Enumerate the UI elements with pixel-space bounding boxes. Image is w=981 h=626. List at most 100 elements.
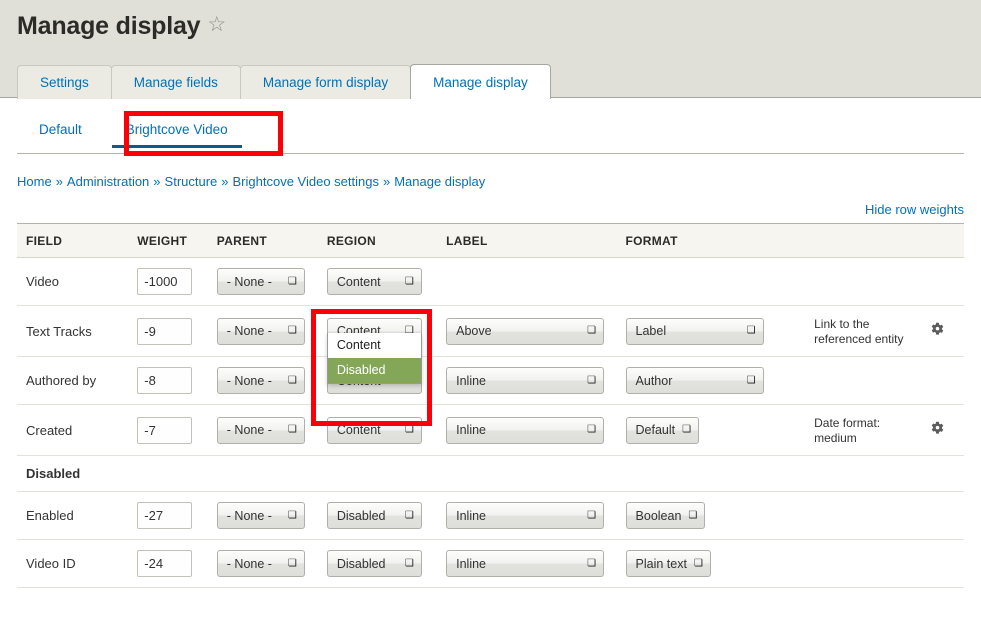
secondary-tabs: Default Brightcove Video [17,118,964,154]
weight-input[interactable] [137,502,193,529]
chevron-down-icon: ❏ [587,509,597,521]
column-header-format: FORMAT [625,223,815,258]
label-cell: Inline ❏ [446,404,626,456]
field-label: Authored by [17,356,138,405]
subtab-brightcove-video[interactable]: Brightcove Video [104,118,250,148]
breadcrumb-separator: » [221,174,229,189]
summary-cell [814,356,911,405]
label-select[interactable]: Inline ❏ [446,550,605,577]
manage-display-table: FIELD WEIGHT PARENT REGION LABEL FORMAT … [17,223,964,588]
manage-display-table-wrap: FIELD WEIGHT PARENT REGION LABEL FORMAT … [17,223,964,588]
parent-cell: - None - ❏ [216,539,327,588]
summary-cell [814,257,911,306]
chevron-down-icon: ❏ [404,509,414,521]
label-select[interactable]: Inline ❏ [446,367,605,394]
label-cell: Above ❏ [446,305,626,357]
tab-manage-fields[interactable]: Manage fields [110,65,241,99]
hide-row-weights-link[interactable]: Hide row weights [865,202,964,217]
breadcrumb-item-manage-display[interactable]: Manage display [394,174,485,189]
region-header-row: Disabled [17,455,964,492]
parent-select[interactable]: - None - ❏ [216,550,305,577]
weight-input[interactable] [137,317,193,345]
format-summary-text: Link to the referenced entity [814,317,904,346]
parent-select[interactable]: - None - ❏ [216,367,305,394]
table-row: Enabled - None - ❏ Disabled ❏ [17,491,964,540]
format-cell: Label ❏ [625,305,815,357]
region-cell: Disabled ❏ [326,539,447,588]
label-select-value: Inline [456,556,487,571]
region-option-content[interactable]: Content [328,333,421,358]
column-header-label: LABEL [446,223,626,258]
subtab-default[interactable]: Default [17,118,104,147]
settings-cell [910,404,964,456]
chevron-down-icon: ❏ [587,374,597,386]
weight-input[interactable] [137,268,193,295]
summary-cell [814,491,911,540]
region-option-disabled[interactable]: Disabled [327,358,421,383]
region-select-value: Content [336,423,381,437]
chevron-down-icon: ❏ [688,509,698,521]
region-cell: Disabled ❏ [326,491,447,540]
parent-select[interactable]: - None - ❏ [216,502,305,529]
column-header-field: FIELD [17,223,138,258]
format-select[interactable]: Boolean ❏ [625,502,706,529]
format-select[interactable]: Default ❏ [625,416,700,444]
table-row: Created - None - ❏ Content ❏ [17,404,964,456]
format-cell: Plain text ❏ [625,539,815,588]
chevron-down-icon: ❏ [587,424,597,435]
tab-manage-form-display[interactable]: Manage form display [239,65,412,99]
primary-tabs: Settings Manage fields Manage form displ… [17,64,551,99]
gear-icon[interactable] [929,321,946,338]
region-cell: Content ❏ Content Disabled [326,305,447,384]
weight-input[interactable] [137,416,193,444]
parent-cell: - None - ❏ [216,404,327,456]
tab-settings[interactable]: Settings [17,65,112,99]
label-cell: Inline ❏ [446,356,626,405]
region-cell: Content ❏ [326,257,447,306]
weight-input[interactable] [137,550,193,577]
parent-select-value: - None - [226,556,272,571]
format-select[interactable]: Author ❏ [625,367,764,394]
label-cell [446,257,626,306]
field-label: Video ID [17,539,138,588]
breadcrumb-separator: » [153,174,161,189]
parent-select[interactable]: - None - ❏ [216,268,305,295]
parent-cell: - None - ❏ [216,356,327,405]
format-select-value: Default [635,423,676,437]
region-select[interactable]: Content ❏ [326,416,422,444]
region-select[interactable]: Disabled ❏ [326,550,422,577]
label-select[interactable]: Inline ❏ [446,502,605,529]
region-select[interactable]: Content ❏ [326,268,422,295]
parent-select[interactable]: - None - ❏ [216,317,305,345]
label-cell: Inline ❏ [446,539,626,588]
parent-select[interactable]: - None - ❏ [216,416,305,444]
page-title-text: Manage display [17,12,201,40]
label-select-value: Inline [456,373,487,388]
weight-input[interactable] [137,367,193,394]
format-cell: Author ❏ [625,356,815,405]
breadcrumb-item-home[interactable]: Home [17,174,52,189]
parent-cell: - None - ❏ [216,305,327,357]
format-select-value: Plain text [635,556,687,571]
format-select[interactable]: Plain text ❏ [625,550,711,577]
label-select[interactable]: Above ❏ [446,317,605,345]
breadcrumb-item-structure[interactable]: Structure [165,174,218,189]
region-header-label: Disabled [17,455,964,492]
gear-icon[interactable] [929,420,946,437]
star-icon[interactable]: ☆ [207,12,226,37]
field-label: Created [17,404,138,456]
chevron-down-icon: ❏ [693,557,703,569]
breadcrumb-item-brightcove-video-settings[interactable]: Brightcove Video settings [233,174,379,189]
format-select[interactable]: Label ❏ [625,317,764,345]
breadcrumb-item-administration[interactable]: Administration [67,174,149,189]
chevron-down-icon: ❏ [404,557,414,569]
weight-cell [137,356,217,405]
chevron-down-icon: ❏ [287,509,297,521]
summary-cell: Link to the referenced entity [814,305,911,357]
field-label: Enabled [17,491,138,540]
label-select[interactable]: Inline ❏ [446,416,605,444]
chevron-down-icon: ❏ [746,325,756,336]
region-select[interactable]: Disabled ❏ [326,502,422,529]
chevron-down-icon: ❏ [746,374,756,386]
tab-manage-display[interactable]: Manage display [410,64,551,99]
